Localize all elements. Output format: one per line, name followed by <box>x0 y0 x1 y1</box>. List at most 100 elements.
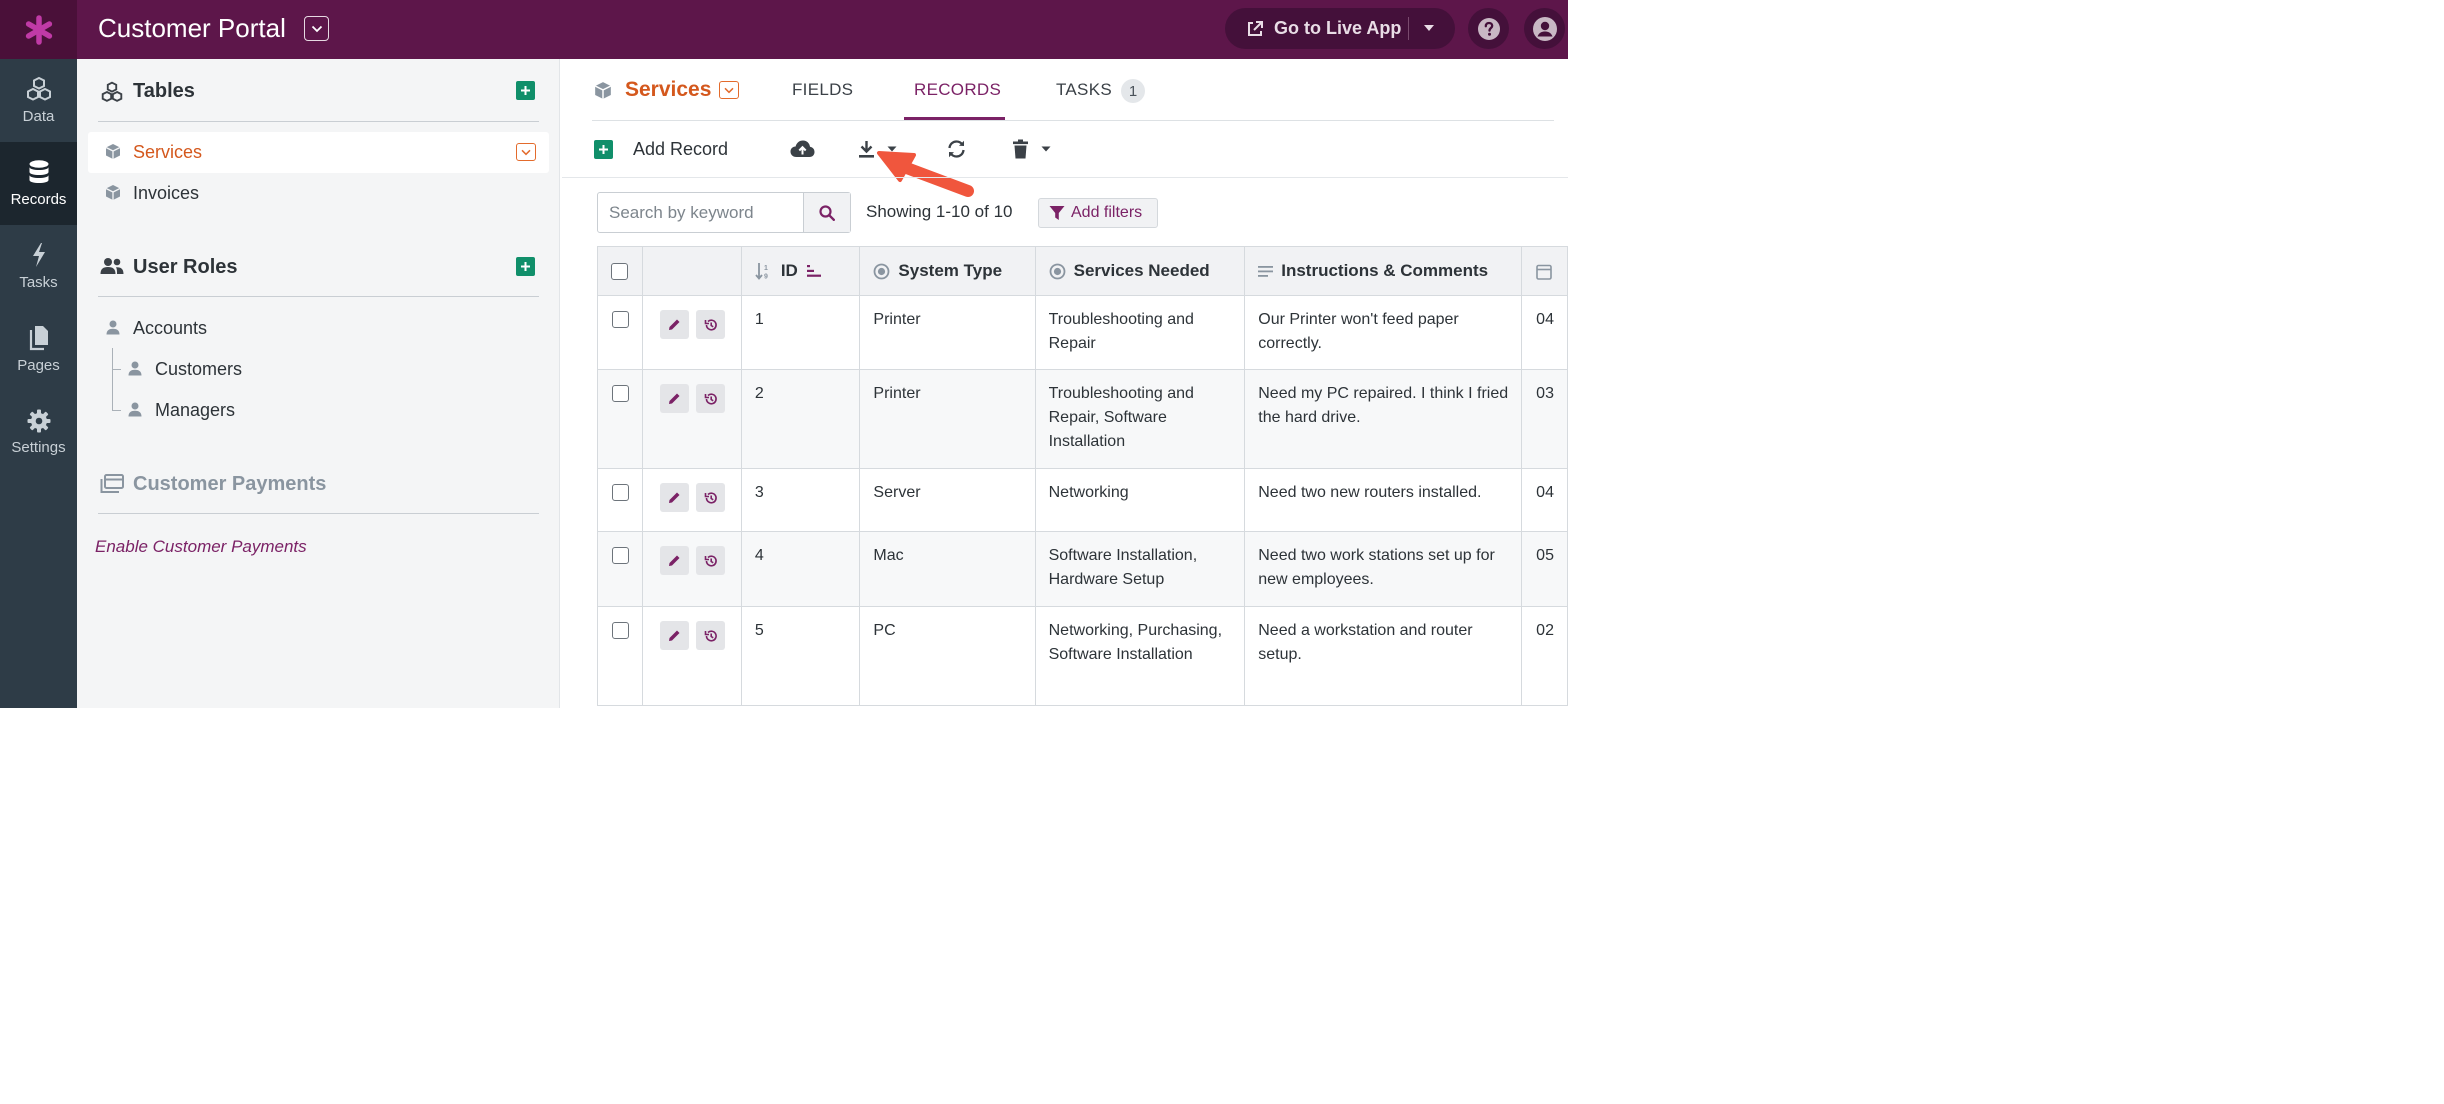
external-link-icon <box>1248 20 1263 36</box>
cell-id: 5 <box>740 606 861 706</box>
payments-icon <box>100 474 124 493</box>
column-header-services-needed[interactable]: Services Needed <box>1034 246 1246 296</box>
edit-record-button[interactable] <box>660 384 689 413</box>
enable-customer-payments-link[interactable]: Enable Customer Payments <box>95 537 307 557</box>
app-logo[interactable] <box>0 0 77 59</box>
record-history-button[interactable] <box>696 384 725 413</box>
sidebar-item-accounts[interactable]: Accounts <box>133 318 207 339</box>
help-icon <box>1477 17 1500 40</box>
record-history-button[interactable] <box>696 621 725 650</box>
tab-tasks[interactable]: TASKS <box>1056 80 1112 100</box>
tab-fields[interactable]: FIELDS <box>792 80 853 100</box>
app-menu-dropdown-button[interactable] <box>304 16 329 41</box>
edit-record-button[interactable] <box>660 483 689 512</box>
nav-label: Tasks <box>19 274 58 291</box>
history-icon <box>704 491 717 504</box>
cell-date: 04 <box>1521 468 1568 532</box>
upload-cloud-icon[interactable] <box>790 139 815 159</box>
radio-field-icon <box>874 263 890 279</box>
pencil-icon <box>669 555 680 566</box>
services-options-dropdown[interactable] <box>516 143 536 161</box>
add-user-role-button[interactable] <box>516 257 535 276</box>
caret-down-icon[interactable] <box>1423 24 1435 32</box>
cell-comments: Need my PC repaired. I think I fried the… <box>1244 369 1523 469</box>
object-options-dropdown[interactable] <box>719 81 739 99</box>
cell-date: 02 <box>1521 606 1568 706</box>
paragraph-field-icon <box>1258 265 1274 277</box>
row-actions-cell <box>642 606 742 706</box>
add-record-icon-button[interactable] <box>594 140 613 159</box>
sidebar-item-invoices[interactable]: Invoices <box>133 183 199 204</box>
sidebar-item-services[interactable]: Services <box>133 142 202 163</box>
nav-pages[interactable]: Pages <box>0 308 77 391</box>
person-icon <box>106 320 120 335</box>
table-row: 1 Printer Troubleshooting and Repair Our… <box>597 295 1568 370</box>
trash-icon[interactable] <box>1012 139 1029 159</box>
add-table-button[interactable] <box>516 81 535 100</box>
column-label: Services Needed <box>1073 261 1210 280</box>
pencil-icon <box>669 319 680 330</box>
sort-numeric-icon: 1 9 <box>755 263 768 280</box>
bolt-icon <box>32 243 45 267</box>
sidebar-item-customers[interactable]: Customers <box>155 359 242 380</box>
cell-date: 04 <box>1521 295 1568 370</box>
nav-label: Data <box>22 108 55 125</box>
tables-heading: Tables <box>133 80 195 102</box>
go-to-live-app-button[interactable]: Go to Live App <box>1225 8 1455 49</box>
download-icon[interactable] <box>858 140 875 158</box>
record-history-button[interactable] <box>696 483 725 512</box>
help-button[interactable] <box>1468 8 1509 49</box>
edit-record-button[interactable] <box>660 546 689 575</box>
row-checkbox[interactable] <box>612 484 629 501</box>
chevron-down-icon <box>521 149 531 155</box>
app-title: Customer Portal <box>98 13 286 43</box>
top-bar: Customer Portal Go to Live App <box>0 0 1568 59</box>
edit-record-button[interactable] <box>660 310 689 339</box>
tab-records[interactable]: RECORDS <box>914 80 1001 100</box>
cell-services: Networking <box>1034 468 1246 532</box>
cube-icon <box>594 82 612 99</box>
nav-records[interactable]: Records <box>0 142 77 225</box>
nav-data[interactable]: Data <box>0 59 77 142</box>
cell-comments: Need a workstation and router setup. <box>1244 606 1523 706</box>
search-button[interactable] <box>803 193 850 232</box>
search-input[interactable] <box>598 193 803 232</box>
cell-services: Networking, Purchasing, Software Install… <box>1034 606 1246 706</box>
edit-record-button[interactable] <box>660 621 689 650</box>
record-history-button[interactable] <box>696 546 725 575</box>
sidebar-item-managers[interactable]: Managers <box>155 400 235 421</box>
user-account-button[interactable] <box>1524 8 1565 49</box>
row-checkbox[interactable] <box>612 311 629 328</box>
select-all-checkbox[interactable] <box>611 262 628 280</box>
filter-icon <box>1049 206 1065 220</box>
add-record-button[interactable]: Add Record <box>633 139 728 160</box>
row-checkbox[interactable] <box>612 385 629 402</box>
cell-services: Software Installation, Hardware Setup <box>1034 531 1246 607</box>
svg-text:1: 1 <box>764 265 768 272</box>
pencil-icon <box>669 492 680 503</box>
column-header-instructions[interactable]: Instructions & Comments <box>1244 246 1523 296</box>
column-header-system-type[interactable]: System Type <box>859 246 1036 296</box>
record-history-button[interactable] <box>696 310 725 339</box>
add-filters-button[interactable]: Add filters <box>1038 198 1158 228</box>
row-checkbox[interactable] <box>612 547 629 564</box>
cube-icon <box>105 185 121 200</box>
nav-label: Records <box>10 191 67 208</box>
caret-down-icon[interactable] <box>1041 146 1051 152</box>
go-to-live-app-label: Go to Live App <box>1274 18 1402 38</box>
row-actions-cell <box>642 531 742 607</box>
nav-tasks[interactable]: Tasks <box>0 225 77 308</box>
cell-system-type: Server <box>859 468 1036 532</box>
column-header-date[interactable] <box>1521 246 1568 296</box>
nav-settings[interactable]: Settings <box>0 391 77 474</box>
column-header-id[interactable]: 1 9 ID <box>740 246 861 296</box>
object-title: Services <box>625 78 712 101</box>
cell-system-type: PC <box>859 606 1036 706</box>
history-icon <box>704 554 717 567</box>
cell-comments: Need two work stations set up for new em… <box>1244 531 1523 607</box>
row-checkbox[interactable] <box>612 622 629 639</box>
left-nav: Data Records Tasks Pages Settings <box>0 59 77 708</box>
history-icon <box>704 318 717 331</box>
cell-id: 3 <box>740 468 861 532</box>
tree-connector <box>112 410 121 411</box>
